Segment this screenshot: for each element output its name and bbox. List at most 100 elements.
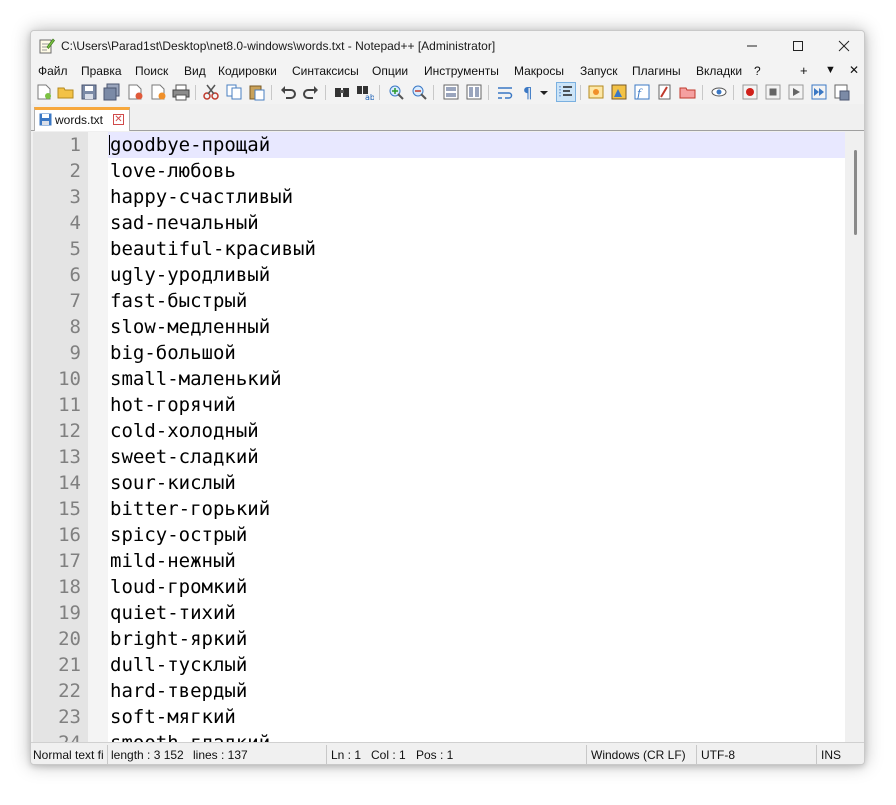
line-text[interactable]: sweet-сладкий [110,444,259,470]
line-text[interactable]: big-большой [110,340,236,366]
line-text[interactable]: spicy-острый [110,522,247,548]
editor-line[interactable]: 24 smooth-гладкий [33,730,845,742]
redo-icon[interactable] [302,83,320,101]
menu-edit[interactable]: Правка [81,64,122,78]
status-insert-mode[interactable]: INS [821,748,841,762]
undo-icon[interactable] [279,83,297,101]
line-content[interactable]: cold-холодный [108,418,845,444]
line-content[interactable]: bitter-горький [108,496,845,522]
line-text[interactable]: goodbye-прощай [110,132,270,158]
sync-vertical-icon[interactable] [442,83,460,101]
line-content[interactable]: spicy-острый [108,522,845,548]
editor-line[interactable]: 16 spicy-острый [33,522,845,548]
new-tab-plus-icon[interactable]: + [800,63,808,78]
line-text[interactable]: ugly-уродливый [110,262,270,288]
zoom-in-icon[interactable] [387,83,405,101]
line-content[interactable]: smooth-гладкий [108,730,845,742]
open-file-icon[interactable] [57,83,75,101]
editor-line[interactable]: 11 hot-горячий [33,392,845,418]
editor-line[interactable]: 2 love-любовь [33,158,845,184]
line-text[interactable]: fast-быстрый [110,288,247,314]
menu-settings[interactable]: Опции [372,64,408,78]
title-bar[interactable]: C:\Users\Parad1st\Desktop\net8.0-windows… [31,31,864,61]
word-wrap-icon[interactable] [496,83,514,101]
menu-encoding[interactable]: Кодировки [218,64,277,78]
editor-line[interactable]: 20 bright-яркий [33,626,845,652]
vertical-scrollbar-thumb[interactable] [854,150,857,235]
zoom-out-icon[interactable] [410,83,428,101]
stop-macro-icon[interactable] [764,83,782,101]
tab-list-dropdown-icon[interactable]: ▼ [825,64,836,76]
replace-icon[interactable]: ab [356,83,374,101]
line-content[interactable]: big-большой [108,340,845,366]
line-content[interactable]: mild-нежный [108,548,845,574]
line-text[interactable]: soft-мягкий [110,704,236,730]
line-content[interactable]: soft-мягкий [108,704,845,730]
menu-tools[interactable]: Инструменты [424,64,499,78]
editor-line[interactable]: 21 dull-тусклый [33,652,845,678]
editor-line[interactable]: 18 loud-громкий [33,574,845,600]
line-text[interactable]: beautiful-красивый [110,236,316,262]
menu-window[interactable]: Вкладки [696,64,742,78]
notepad-app-icon[interactable] [38,37,55,54]
editor-line[interactable]: 1 goodbye-прощай [33,132,845,158]
line-content[interactable]: slow-медленный [108,314,845,340]
close-file-icon[interactable] [126,83,144,101]
line-content[interactable]: sad-печальный [108,210,845,236]
editor-line[interactable]: 13 sweet-сладкий [33,444,845,470]
close-all-icon[interactable] [149,83,167,101]
line-content[interactable]: happy-счастливый [108,184,845,210]
line-text[interactable]: smooth-гладкий [110,730,270,742]
line-content[interactable]: ugly-уродливый [108,262,845,288]
vertical-scrollbar[interactable] [845,132,864,742]
editor-line[interactable]: 22 hard-твердый [33,678,845,704]
line-text[interactable]: sad-печальный [110,210,259,236]
play-macro-icon[interactable] [787,83,805,101]
line-text[interactable]: mild-нежный [110,548,236,574]
editor-line[interactable]: 14 sour-кислый [33,470,845,496]
show-all-characters-icon[interactable]: ¶ [519,83,537,101]
status-eol[interactable]: Windows (CR LF) [591,748,686,762]
line-text[interactable]: cold-холодный [110,418,259,444]
close-window-button[interactable] [821,31,864,61]
indent-guide-icon[interactable] [556,82,576,102]
user-defined-language-icon[interactable] [587,83,605,101]
copy-icon[interactable] [225,83,243,101]
menu-view[interactable]: Вид [184,64,206,78]
editor-line[interactable]: 5 beautiful-красивый [33,236,845,262]
line-text[interactable]: bright-яркий [110,626,247,652]
editor-line[interactable]: 19 quiet-тихий [33,600,845,626]
folder-as-workspace-icon[interactable] [656,83,674,101]
line-text[interactable]: happy-счастливый [110,184,293,210]
record-macro-icon[interactable] [741,83,759,101]
line-content[interactable]: hot-горячий [108,392,845,418]
line-text[interactable]: slow-медленный [110,314,270,340]
tab-close-icon[interactable]: ✕ [113,114,124,125]
editor-line[interactable]: 7 fast-быстрый [33,288,845,314]
editor-line[interactable]: 12 cold-холодный [33,418,845,444]
line-text[interactable]: quiet-тихий [110,600,236,626]
editor-line[interactable]: 23 soft-мягкий [33,704,845,730]
menu-language[interactable]: Синтаксисы [292,64,359,78]
run-macro-multiple-icon[interactable] [810,83,828,101]
project-panel-icon[interactable] [679,83,697,101]
line-text[interactable]: sour-кислый [110,470,236,496]
line-content[interactable]: sweet-сладкий [108,444,845,470]
menu-plugins[interactable]: Плагины [632,64,681,78]
editor-line[interactable]: 4 sad-печальный [33,210,845,236]
menu-macro[interactable]: Макросы [514,64,564,78]
document-map-icon[interactable] [610,83,628,101]
maximize-button[interactable] [775,31,821,61]
editor-line[interactable]: 6 ugly-уродливый [33,262,845,288]
editor-line[interactable]: 10 small-маленький [33,366,845,392]
print-icon[interactable] [172,83,190,101]
menu-run[interactable]: Запуск [580,64,618,78]
line-text[interactable]: hard-твердый [110,678,247,704]
save-all-icon[interactable] [103,83,121,101]
line-content[interactable]: beautiful-красивый [108,236,845,262]
line-text[interactable]: love-любовь [110,158,236,184]
editor-line[interactable]: 3 happy-счастливый [33,184,845,210]
line-content[interactable]: bright-яркий [108,626,845,652]
editor-line[interactable]: 15 bitter-горький [33,496,845,522]
editor-line[interactable]: 17 mild-нежный [33,548,845,574]
